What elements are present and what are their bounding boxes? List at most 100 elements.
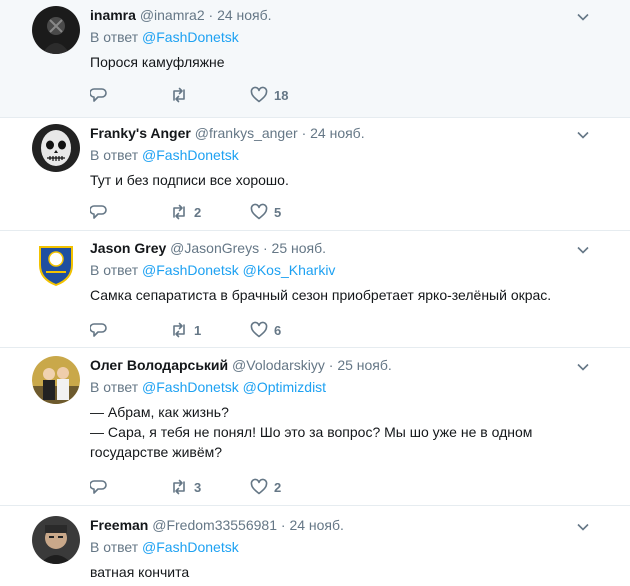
- separator-dot: ·: [262, 240, 268, 256]
- mention-link[interactable]: @Kos_Kharkiv: [243, 262, 336, 278]
- retweet-icon: [173, 322, 185, 338]
- tweet[interactable]: inamra @inamra2 · 24 нояб. В ответ @Fash…: [0, 0, 630, 118]
- reply-icon: [90, 205, 107, 219]
- timestamp[interactable]: 25 нояб.: [272, 240, 326, 256]
- reply-button[interactable]: [90, 478, 170, 496]
- tweet-header: Олег Володарський @Volodarskiyy · 25 ноя…: [90, 356, 590, 374]
- like-button[interactable]: 5: [250, 203, 330, 221]
- chevron-down-icon: [577, 131, 589, 139]
- mention-link[interactable]: @FashDonetsk: [142, 147, 239, 163]
- display-name[interactable]: Freeman: [90, 517, 148, 533]
- tweet-text: — Абрам, как жизнь? — Сара, я тебя не по…: [90, 402, 590, 462]
- tweet-text: Самка сепаратиста в брачный сезон приобр…: [90, 285, 590, 305]
- retweet-button[interactable]: 1: [170, 321, 250, 339]
- tweet[interactable]: Freeman @Fredom33556981 · 24 нояб. В отв…: [0, 506, 630, 586]
- separator-dot: ·: [280, 517, 286, 533]
- like-count: 5: [274, 204, 282, 220]
- display-name[interactable]: inamra: [90, 7, 136, 23]
- avatar[interactable]: [32, 356, 80, 404]
- tweet-text-line: ватная кончита: [90, 564, 190, 580]
- retweet-count: 3: [194, 479, 202, 495]
- avatar[interactable]: [32, 6, 80, 54]
- reply-context: В ответ @FashDonetsk @Optimizdist: [90, 378, 590, 396]
- chevron-down-icon: [577, 13, 589, 21]
- tweet-text-line: — Абрам, как жизнь?: [90, 404, 229, 420]
- heart-icon: [250, 86, 268, 103]
- mention-link[interactable]: @FashDonetsk: [142, 262, 239, 278]
- username[interactable]: @JasonGreys: [170, 240, 259, 256]
- heart-icon: [250, 478, 268, 495]
- display-name[interactable]: Jason Grey: [90, 240, 166, 256]
- tweet-header: Jason Grey @JasonGreys · 25 нояб.: [90, 239, 590, 257]
- reply-icon: [90, 323, 107, 337]
- reply-context: В ответ @FashDonetsk: [90, 538, 590, 556]
- like-button[interactable]: 18: [250, 86, 330, 104]
- retweet-icon: [173, 479, 185, 495]
- tweet-header: inamra @inamra2 · 24 нояб.: [90, 6, 590, 24]
- tweet-text-line: Тут и без подписи все хорошо.: [90, 172, 289, 188]
- retweet-button[interactable]: 3: [170, 478, 250, 496]
- avatar[interactable]: [32, 124, 80, 172]
- like-count: 6: [274, 322, 282, 338]
- avatar[interactable]: [32, 239, 80, 287]
- username[interactable]: @Fredom33556981: [152, 517, 277, 533]
- timestamp[interactable]: 24 нояб.: [289, 517, 343, 533]
- retweet-count: 2: [194, 204, 202, 220]
- like-count: 18: [274, 87, 289, 103]
- separator-dot: ·: [301, 125, 307, 141]
- timestamp[interactable]: 25 нояб.: [337, 357, 391, 373]
- like-button[interactable]: 2: [250, 478, 330, 496]
- display-name[interactable]: Franky's Anger: [90, 125, 191, 141]
- reply-prefix: В ответ: [90, 539, 139, 555]
- tweet-text-line: — Сара, я тебя не понял! Шо это за вопро…: [90, 424, 533, 460]
- reply-prefix: В ответ: [90, 262, 139, 278]
- heart-icon: [250, 321, 268, 338]
- like-count: 2: [274, 479, 282, 495]
- more-menu-chevron[interactable]: [576, 128, 590, 142]
- mention-link[interactable]: @FashDonetsk: [142, 539, 239, 555]
- timestamp[interactable]: 24 нояб.: [217, 7, 271, 23]
- reply-context: В ответ @FashDonetsk: [90, 146, 590, 164]
- reply-context: В ответ @FashDonetsk @Kos_Kharkiv: [90, 261, 590, 279]
- tweet-text-line: Порося камуфляжне: [90, 54, 225, 70]
- tweet[interactable]: Jason Grey @JasonGreys · 25 нояб. В отве…: [0, 231, 630, 348]
- like-button[interactable]: 6: [250, 321, 330, 339]
- mention-link[interactable]: @FashDonetsk: [142, 379, 239, 395]
- mention-link[interactable]: @Optimizdist: [243, 379, 326, 395]
- separator-dot: ·: [328, 357, 334, 373]
- timestamp[interactable]: 24 нояб.: [310, 125, 364, 141]
- retweet-button[interactable]: [170, 86, 250, 104]
- more-menu-chevron[interactable]: [576, 10, 590, 24]
- display-name[interactable]: Олег Володарський: [90, 357, 228, 373]
- reply-icon: [90, 88, 107, 102]
- tweet-text-line: Самка сепаратиста в брачный сезон приобр…: [90, 287, 552, 303]
- username[interactable]: @Volodarskiyy: [232, 357, 325, 373]
- retweet-count: 1: [194, 322, 202, 338]
- tweet-header: Freeman @Fredom33556981 · 24 нояб.: [90, 516, 590, 534]
- tweet-header: Franky's Anger @frankys_anger · 24 нояб.: [90, 124, 590, 142]
- reply-prefix: В ответ: [90, 29, 139, 45]
- mention-link[interactable]: @FashDonetsk: [142, 29, 239, 45]
- tweet[interactable]: Franky's Anger @frankys_anger · 24 нояб.…: [0, 118, 630, 231]
- avatar[interactable]: [32, 516, 80, 564]
- reply-button[interactable]: [90, 203, 170, 221]
- tweet-text: ватная кончита: [90, 562, 590, 582]
- chevron-down-icon: [577, 363, 589, 371]
- reply-icon: [90, 480, 107, 494]
- reply-context: В ответ @FashDonetsk: [90, 28, 590, 46]
- reply-prefix: В ответ: [90, 147, 139, 163]
- tweet[interactable]: Олег Володарський @Volodarskiyy · 25 ноя…: [0, 348, 630, 506]
- more-menu-chevron[interactable]: [576, 243, 590, 257]
- reply-button[interactable]: [90, 321, 170, 339]
- more-menu-chevron[interactable]: [576, 360, 590, 374]
- separator-dot: ·: [208, 7, 214, 23]
- reply-button[interactable]: [90, 86, 170, 104]
- replies-feed: inamra @inamra2 · 24 нояб. В ответ @Fash…: [0, 0, 630, 586]
- retweet-icon: [173, 87, 185, 103]
- username[interactable]: @inamra2: [140, 7, 205, 23]
- retweet-icon: [173, 204, 185, 220]
- more-menu-chevron[interactable]: [576, 520, 590, 534]
- username[interactable]: @frankys_anger: [195, 125, 298, 141]
- retweet-button[interactable]: 2: [170, 203, 250, 221]
- reply-prefix: В ответ: [90, 379, 139, 395]
